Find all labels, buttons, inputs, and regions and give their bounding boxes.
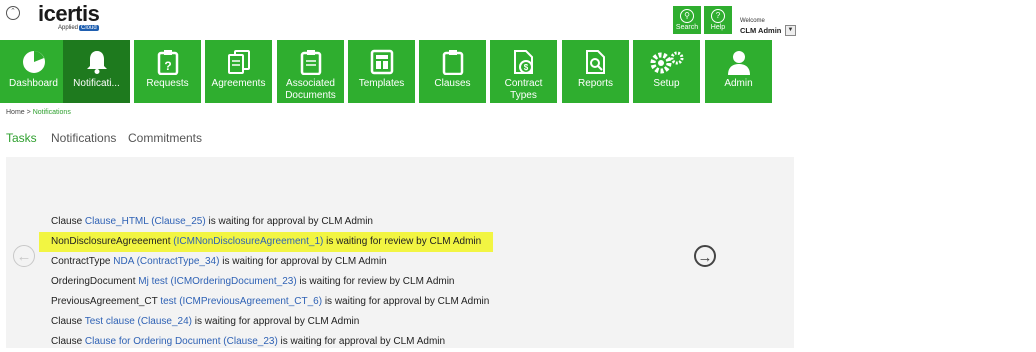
clipboard-icon: [442, 50, 463, 75]
nav-label: Admin: [724, 78, 753, 89]
nav-dashboard[interactable]: Dashboard: [0, 40, 67, 103]
task-type: Clause: [51, 216, 85, 227]
task-type: ContractType: [51, 256, 114, 267]
previous-arrow-icon[interactable]: ←: [13, 245, 35, 267]
list-item: ContractType NDA (ContractType_34) is wa…: [51, 252, 493, 272]
task-status: is waiting for approval by CLM Admin: [322, 296, 490, 307]
task-link[interactable]: (ICMNonDisclosureAgreement_1): [173, 236, 323, 247]
search-button[interactable]: ⚲ Search: [673, 6, 701, 34]
task-status: is waiting for review by CLM Admin: [296, 276, 455, 287]
task-link[interactable]: Clause_HTML (Clause_25): [85, 216, 206, 227]
nav-admin[interactable]: Admin: [705, 40, 772, 103]
nav-label: Dashboard: [9, 78, 58, 89]
task-type: Clause: [51, 336, 85, 347]
nav-agreements[interactable]: Agreements: [205, 40, 272, 103]
documents-icon: [227, 50, 250, 74]
tab-tasks[interactable]: Tasks: [6, 131, 37, 145]
nav-clauses[interactable]: Clauses: [419, 40, 486, 103]
logo-subtext: Applied Cloud: [58, 25, 99, 31]
list-item: Clause Test clause (Clause_24) is waitin…: [51, 312, 493, 332]
gears-icon: [650, 51, 683, 74]
task-type: NonDisclosureAgreeement: [51, 236, 174, 247]
svg-text:$: $: [523, 63, 528, 72]
bell-icon: [86, 51, 107, 74]
task-link[interactable]: Clause for Ordering Document (Clause_23): [85, 336, 278, 347]
list-item: NonDisclosureAgreeement (ICMNonDisclosur…: [39, 232, 494, 252]
next-arrow-icon[interactable]: →: [694, 245, 716, 267]
help-button[interactable]: ? Help: [704, 6, 732, 34]
task-status: is waiting for review by CLM Admin: [323, 236, 482, 247]
task-link[interactable]: NDA (ContractType_34): [113, 256, 219, 267]
task-link[interactable]: Test clause (Clause_24): [85, 316, 192, 327]
help-icon: ?: [711, 9, 725, 23]
user-name: CLM Admin: [740, 26, 782, 35]
report-icon: [585, 50, 605, 74]
nav-templates[interactable]: Templates: [348, 40, 415, 103]
nav-requests[interactable]: ? Requests: [134, 40, 201, 103]
tab-notifications[interactable]: Notifications: [51, 131, 116, 145]
logo-sub-applied: Applied: [58, 25, 79, 31]
task-list: Clause Clause_HTML (Clause_25) is waitin…: [39, 212, 494, 352]
nav-label: Requests: [146, 78, 189, 89]
nav-associated-documents[interactable]: Associated Documents: [277, 40, 344, 103]
user-dropdown-icon[interactable]: ▼: [785, 25, 796, 36]
nav-label: Associated Documents: [285, 78, 336, 101]
task-status: is waiting for approval by CLM Admin: [219, 256, 387, 267]
task-link[interactable]: test (ICMPreviousAgreement_CT_6): [160, 296, 322, 307]
task-status: is waiting for approval by CLM Admin: [277, 336, 446, 347]
task-type: PreviousAgreement_CT: [51, 296, 161, 307]
task-type: OrderingDocument: [51, 276, 139, 287]
nav-label: Reports: [577, 78, 613, 89]
nav-label: Agreements: [211, 78, 266, 89]
pie-chart-icon: [22, 51, 45, 73]
list-item: PreviousAgreement_CT test (ICMPreviousAg…: [51, 292, 493, 312]
task-status: is waiting for approval by CLM Admin: [192, 316, 360, 327]
task-panel: ← Clause Clause_HTML (Clause_25) is wait…: [6, 157, 794, 348]
welcome-text: Welcome: [740, 18, 765, 24]
list-item: Clause Clause for Ordering Document (Cla…: [51, 332, 493, 352]
nav-reports[interactable]: Reports: [562, 40, 629, 103]
user-icon: [727, 51, 750, 75]
list-item: OrderingDocument Mj test (ICMOrderingDoc…: [51, 272, 493, 292]
icertis-logo: icertis Applied Cloud: [38, 1, 100, 31]
nav-label: Clauses: [434, 78, 471, 89]
nav-contract-types[interactable]: $ Contract Types: [490, 40, 557, 103]
nav-label: Templates: [358, 78, 405, 89]
nav-label: Setup: [653, 78, 680, 89]
help-label: Help: [710, 24, 726, 31]
svg-text:?: ?: [164, 59, 171, 73]
tab-commitments[interactable]: Commitments: [128, 131, 202, 145]
collapse-icon[interactable]: ˆ: [6, 6, 20, 20]
nav-label: Notificati...: [73, 78, 120, 89]
template-icon: [370, 49, 393, 75]
breadcrumb: Home > Notifications: [6, 109, 71, 116]
list-item: Clause Clause_HTML (Clause_25) is waitin…: [51, 212, 493, 232]
search-label: Search: [675, 24, 699, 31]
nav-label: Contract Types: [504, 78, 543, 101]
logo-sub-badge: Cloud: [79, 25, 99, 31]
nav-notifications[interactable]: Notificati...: [63, 40, 130, 103]
logo-text: icertis: [38, 1, 100, 26]
breadcrumb-current: Notifications: [32, 109, 71, 116]
search-icon: ⚲: [680, 9, 694, 23]
task-link[interactable]: Mj test (ICMOrderingDocument_23): [138, 276, 296, 287]
clipboard-question-icon: ?: [157, 50, 178, 75]
breadcrumb-separator: >: [26, 109, 31, 116]
nav-setup[interactable]: Setup: [633, 40, 700, 103]
task-status: is waiting for approval by CLM Admin: [205, 216, 373, 227]
task-type: Clause: [51, 316, 85, 327]
contract-dollar-icon: $: [513, 50, 533, 74]
clipboard-icon: [300, 50, 321, 75]
breadcrumb-home[interactable]: Home: [6, 109, 25, 116]
